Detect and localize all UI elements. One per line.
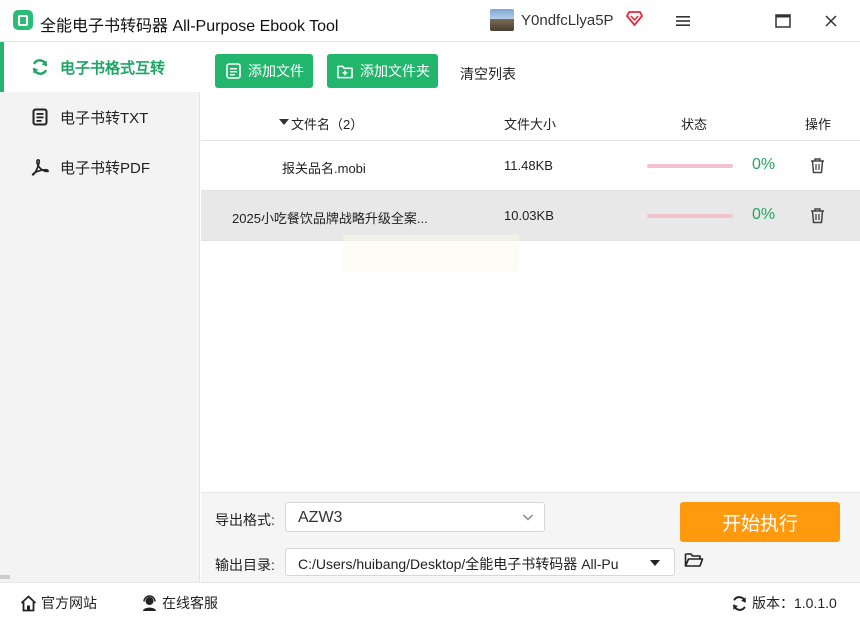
dropdown-arrow-icon <box>650 560 660 566</box>
refresh-icon <box>733 595 746 611</box>
version-label: 版本： <box>752 595 794 611</box>
trash-icon[interactable] <box>809 157 826 174</box>
app-title: 全能电子书转码器 All-Purpose Ebook Tool <box>40 18 339 35</box>
table-row[interactable]: 2025小吃餐饮品牌战略升级全案... 10.03KB 0% <box>201 191 860 241</box>
support-agent-icon <box>143 594 156 611</box>
add-folder-label: 添加文件夹 <box>360 63 430 79</box>
sidebar-item-label: 电子书转PDF <box>60 159 151 177</box>
home-icon <box>20 595 37 611</box>
website-label: 官方网站 <box>41 595 97 611</box>
file-size: 11.48KB <box>504 158 553 173</box>
title-bar: 全能电子书转码器 All-Purpose Ebook Tool Y0ndfcLl… <box>0 0 860 42</box>
sidebar-item-format-convert[interactable]: 电子书格式互转 <box>0 42 200 92</box>
sidebar: 电子书格式互转 电子书转TXT 电子书转PDF <box>0 42 200 582</box>
official-website-link[interactable]: 官方网站 <box>20 593 97 613</box>
column-header-size: 文件大小 <box>504 117 557 132</box>
refresh-icon <box>31 58 49 76</box>
support-label: 在线客服 <box>162 595 218 611</box>
sidebar-item-label: 电子书格式互转 <box>60 59 166 77</box>
column-header-name[interactable]: 文件名（2） <box>291 114 363 133</box>
file-name: 2025小吃餐饮品牌战略升级全案... <box>232 211 428 226</box>
pdf-icon <box>31 158 49 176</box>
file-icon <box>225 63 241 79</box>
add-folder-button[interactable]: 添加文件夹 <box>327 54 438 88</box>
format-value: AZW3 <box>298 509 343 526</box>
column-header-action: 操作 <box>805 117 832 132</box>
column-header-status: 状态 <box>681 117 708 132</box>
app-window: 全能电子书转码器 All-Purpose Ebook Tool Y0ndfcLl… <box>0 0 860 617</box>
sidebar-item-to-pdf[interactable]: 电子书转PDF <box>0 142 200 192</box>
clear-list-button[interactable]: 清空列表 <box>460 64 516 84</box>
user-avatar[interactable] <box>490 9 514 31</box>
watermark <box>343 235 519 271</box>
file-size: 10.03KB <box>504 208 554 223</box>
menu-icon[interactable] <box>673 11 693 31</box>
online-support-link[interactable]: 在线客服 <box>141 593 218 613</box>
status-bar: 官方网站 在线客服 版本： 1.0.1.0 <box>0 582 860 617</box>
trash-icon[interactable] <box>809 207 826 224</box>
sidebar-item-to-txt[interactable]: 电子书转TXT <box>0 92 200 142</box>
folder-add-icon <box>337 63 353 79</box>
username[interactable]: Y0ndfcLlya5P <box>521 12 614 29</box>
output-dir-label: 输出目录: <box>215 557 275 573</box>
progress-percent: 0% <box>752 156 776 173</box>
format-label: 导出格式: <box>215 512 275 528</box>
start-button[interactable]: 开始执行 <box>680 502 840 542</box>
resize-grip[interactable] <box>0 575 10 579</box>
progress-percent: 0% <box>752 206 776 223</box>
chevron-down-icon <box>522 514 534 521</box>
table-row[interactable]: 报关品名.mobi 11.48KB 0% <box>201 141 860 191</box>
format-select[interactable]: AZW3 <box>285 502 545 532</box>
vip-diamond-icon[interactable] <box>626 11 643 26</box>
table-header: 文件名（2） 文件大小 状态 操作 <box>201 100 860 141</box>
version-value: 1.0.1.0 <box>794 595 837 611</box>
progress-bar <box>647 214 733 218</box>
progress-bar <box>647 164 733 168</box>
add-file-button[interactable]: 添加文件 <box>215 54 313 88</box>
sidebar-item-label: 电子书转TXT <box>60 109 149 127</box>
maximize-icon[interactable] <box>773 11 793 31</box>
close-icon[interactable] <box>821 11 841 31</box>
version-info[interactable]: 版本： 1.0.1.0 <box>731 593 837 613</box>
file-name: 报关品名.mobi <box>282 161 366 176</box>
document-icon <box>31 108 49 126</box>
output-dir-select[interactable]: C:/Users/huibang/Desktop/全能电子书转码器 All-Pu <box>285 548 675 576</box>
output-dir-value: C:/Users/huibang/Desktop/全能电子书转码器 All-Pu <box>298 556 619 572</box>
sort-desc-icon[interactable] <box>279 119 289 125</box>
open-folder-icon[interactable] <box>684 551 704 569</box>
add-file-label: 添加文件 <box>248 63 304 79</box>
app-logo-icon <box>13 10 33 30</box>
